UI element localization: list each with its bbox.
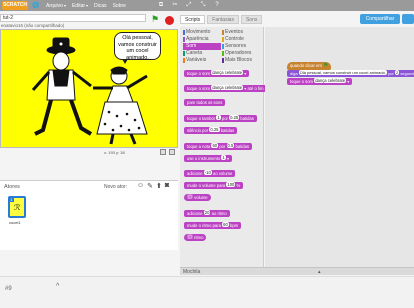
grow-icon[interactable]: ⤢ <box>185 1 193 9</box>
block-change-volume[interactable]: adicione -10 ao volume <box>184 170 236 177</box>
category-data[interactable]: Variáveis <box>183 57 221 64</box>
block-set-tempo[interactable]: mude o ritmo para 60 bpm <box>184 222 242 229</box>
menu-edit[interactable]: Editar▾ <box>72 3 88 9</box>
block-play-drum[interactable]: toque o tambor 1 por 0.25 batidas <box>184 115 257 122</box>
globe-icon[interactable]: 🌐 <box>32 2 40 10</box>
delete-icon[interactable]: ✂ <box>171 1 179 9</box>
green-flag-button[interactable]: ⚑ <box>151 14 161 24</box>
block-palette: Movimento Eventos Aparência Controle Som… <box>180 27 267 275</box>
small-stage-icon[interactable] <box>160 149 166 155</box>
editor-tabs: Scripts Fantasias Sons <box>180 15 263 24</box>
menu-about[interactable]: Sobre <box>113 3 126 9</box>
sprite-name: cocel1 <box>9 220 21 225</box>
block-set-volume[interactable]: mude o volume para 100 % <box>184 182 244 189</box>
paint-brush-icon[interactable]: ✎ <box>147 182 153 190</box>
stage-view-controls <box>160 149 175 155</box>
sprite-thumbnail[interactable]: 1 ℛ <box>8 196 26 218</box>
menu-tips[interactable]: Dicas <box>94 3 107 9</box>
sprites-pane <box>0 180 178 250</box>
block-play-sound[interactable]: toque o som dança celebrate ▾ <box>184 70 250 77</box>
menu-bar: SCRATCH 🌐 Arquivo▾ Editar▾ Dicas Sobre ⧉… <box>0 0 414 11</box>
block-play-sound-until-done[interactable]: toque o som dança celebrate ▾ até o fim <box>184 85 267 92</box>
script-area[interactable]: quando clicar em ⚑ diga Olá pessoal, vam… <box>265 27 414 275</box>
tab-scripts[interactable]: Scripts <box>180 15 206 24</box>
when-flag-clicked-block[interactable]: quando clicar em ⚑ <box>287 62 332 70</box>
chevron-up-icon[interactable]: ^ <box>56 283 59 290</box>
category-motion[interactable]: Movimento <box>183 29 221 36</box>
normal-stage-icon[interactable] <box>169 149 175 155</box>
block-stop-all-sounds[interactable]: pare todos os sons <box>184 99 226 106</box>
tab-sounds[interactable]: Sons <box>240 15 263 24</box>
bottom-label: #9 <box>5 286 12 292</box>
new-sprite-icons: ☺ ✎ ⬆ ◙ <box>137 182 169 190</box>
category-looks[interactable]: Aparência <box>183 36 221 43</box>
block-rest[interactable]: silêncio por 0.25 batidas <box>184 127 238 134</box>
camera-icon[interactable]: ◙ <box>165 182 169 190</box>
category-control[interactable]: Controle <box>222 36 260 43</box>
category-more-blocks[interactable]: Mais Blocos <box>222 57 260 64</box>
block-volume-reporter[interactable]: ▢ volume <box>184 194 211 201</box>
duplicate-icon[interactable]: ⧉ <box>157 1 165 9</box>
sprites-title: Atores <box>4 184 20 190</box>
speech-bubble: Olá pessoal, vamos construir um cocel an… <box>114 32 161 64</box>
upload-icon[interactable]: ⬆ <box>156 182 162 190</box>
backpack-bar[interactable]: Mochila ▴ <box>180 267 414 275</box>
category-events[interactable]: Eventos <box>222 29 260 36</box>
help-icon[interactable]: ? <box>213 1 221 9</box>
category-sensing[interactable]: Sensores <box>222 43 260 50</box>
shrink-icon[interactable]: ⤡ <box>199 1 207 9</box>
bottom-bar: #9 ^ <box>0 276 414 308</box>
menu-file[interactable]: Arquivo▾ <box>46 3 66 9</box>
stage[interactable]: Olá pessoal, vamos construir um cocel an… <box>0 29 178 148</box>
block-change-tempo[interactable]: adicione 20 ao ritmo <box>184 210 230 217</box>
project-title-input[interactable]: tut-2 <box>0 14 146 22</box>
tab-costumes[interactable]: Fantasias <box>207 15 239 24</box>
sprite-figure-icon: ℛ <box>14 203 21 212</box>
say-for-secs-block[interactable]: diga Olá pessoal, vamos construir um coc… <box>287 70 414 77</box>
see-project-page-button[interactable] <box>402 14 414 24</box>
flag-icon: ⚑ <box>323 63 329 69</box>
new-sprite-label: Novo ator: <box>104 184 128 190</box>
stage-tools: ⧉ ✂ ⤢ ⤡ ? <box>157 1 221 9</box>
share-button[interactable]: Compartilhar <box>360 14 400 24</box>
category-sound[interactable]: Som <box>183 43 221 50</box>
scratch-logo[interactable]: SCRATCH <box>2 1 28 10</box>
project-owner: enatavio16 (não compartilhado) <box>1 23 65 28</box>
stop-button[interactable] <box>165 16 174 25</box>
block-set-instrument[interactable]: use o instrumento 1 ▾ <box>184 155 233 162</box>
block-play-note[interactable]: toque a nota 60 por 0.5 batidas <box>184 143 253 150</box>
expand-backpack-icon[interactable]: ▴ <box>318 268 321 276</box>
category-operators[interactable]: Operadores <box>222 50 260 57</box>
play-sound-block[interactable]: toque o som dança celebrate ▾ <box>287 78 353 85</box>
mouse-coords: x: 193 y: 38 <box>104 150 125 155</box>
backpack-label: Mochila <box>183 269 201 275</box>
sprite-number: 1 <box>9 197 14 202</box>
category-pen[interactable]: Caneta <box>183 50 221 57</box>
block-tempo-reporter[interactable]: ▢ ritmo <box>184 234 207 241</box>
sprite-library-icon[interactable]: ☺ <box>137 182 144 190</box>
